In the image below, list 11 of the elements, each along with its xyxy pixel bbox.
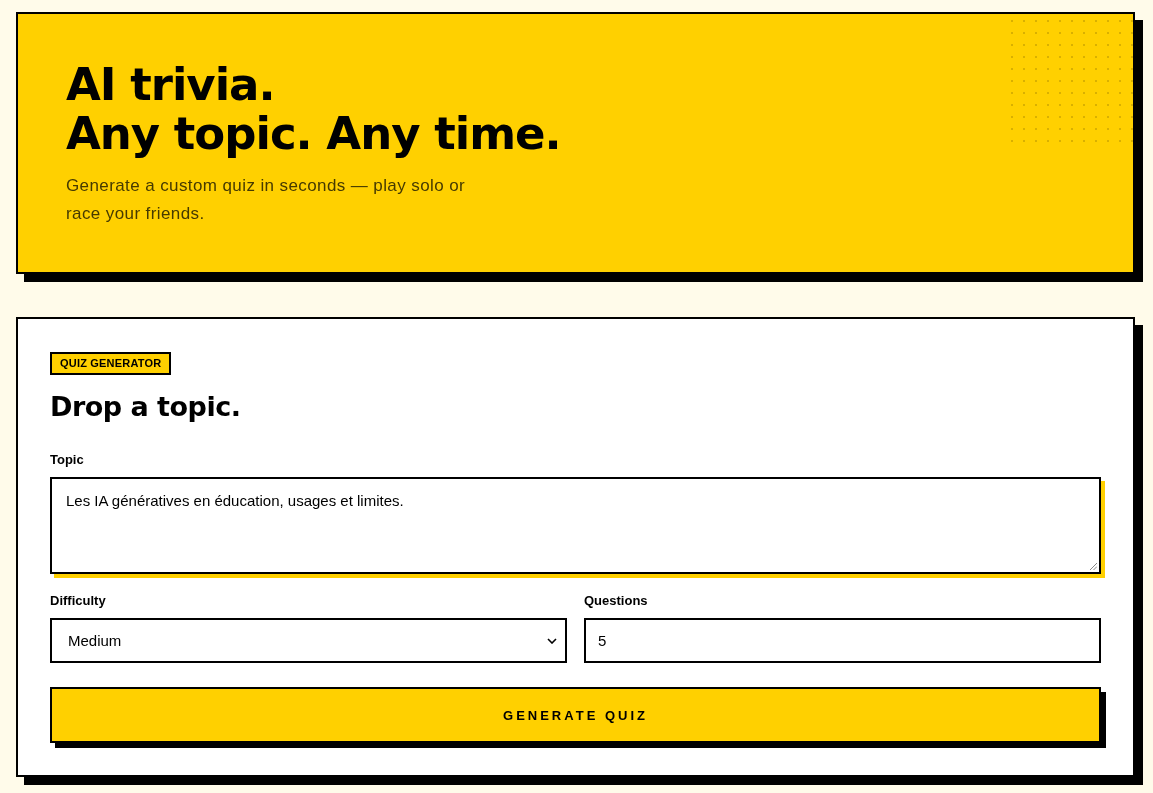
section-tag: QUIZ GENERATOR	[50, 352, 172, 375]
chevron-down-icon	[547, 637, 557, 644]
resize-grip-icon	[1089, 562, 1097, 570]
form-heading: Drop a topic.	[50, 390, 241, 424]
hero-subtitle: Generate a custom quiz in seconds — play solo or race your friends.	[66, 175, 467, 225]
difficulty-select[interactable]: Medium	[50, 618, 567, 663]
field-label: Topic	[50, 451, 84, 469]
field-label: Difficulty	[50, 592, 106, 610]
hero-title: AI trivia. Any topic. Any time.	[66, 60, 561, 158]
field-label: Questions	[584, 592, 648, 610]
questions-field[interactable]: 5	[584, 618, 1101, 663]
